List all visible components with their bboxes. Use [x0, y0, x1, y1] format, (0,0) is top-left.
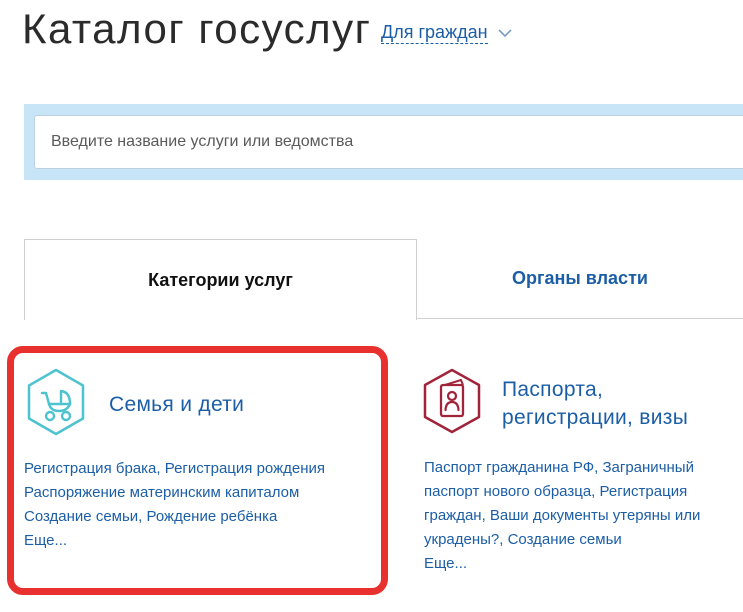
link-family-creation[interactable]: Создание семьи — [24, 508, 138, 525]
search-input[interactable] — [34, 115, 743, 169]
link-birth-registration[interactable]: Регистрация рождения — [165, 460, 325, 477]
chevron-down-icon[interactable] — [497, 25, 512, 43]
page: Каталог госуслуг Для граждан Категории у… — [0, 0, 743, 612]
category-card-passports[interactable]: Паспорта, регистрации, визы Паспорт граж… — [410, 346, 743, 595]
category-card-header[interactable]: Семья и дети — [25, 368, 244, 441]
link-russian-passport[interactable]: Паспорт гражданина РФ — [424, 459, 594, 476]
link-marriage-registration[interactable]: Регистрация брака — [24, 460, 156, 477]
more-link[interactable]: Еще... — [424, 552, 734, 576]
category-links: Паспорт гражданина РФ, Заграничный паспо… — [424, 456, 734, 576]
category-title-line: регистрации, визы — [502, 405, 689, 429]
category-card-header[interactable]: Паспорта, регистрации, визы — [422, 368, 688, 439]
passport-icon — [422, 368, 482, 439]
category-links: Регистрация брака, Регистрация рождения … — [24, 457, 364, 553]
search-band — [24, 104, 743, 180]
tab-authorities[interactable]: Органы власти — [417, 239, 743, 319]
baby-stroller-icon — [25, 368, 87, 441]
tabs-bar: Категории услуг Органы власти — [24, 239, 743, 320]
category-title[interactable]: Семья и дети — [109, 391, 244, 419]
audience-dropdown-label[interactable]: Для граждан — [381, 21, 488, 44]
category-title[interactable]: Паспорта, регистрации, визы — [502, 376, 688, 432]
link-child-birth[interactable]: Рождение ребёнка — [147, 508, 278, 525]
link-maternity-capital[interactable]: Распоряжение материнским капиталом — [24, 484, 299, 501]
category-card-family[interactable]: Семья и дети Регистрация брака, Регистра… — [7, 346, 388, 595]
category-title-line: Паспорта, — [502, 377, 604, 401]
more-link[interactable]: Еще... — [24, 529, 364, 553]
link-family-creation[interactable]: Создание семьи — [508, 531, 622, 548]
tab-service-categories[interactable]: Категории услуг — [24, 239, 417, 320]
page-title: Каталог госуслуг — [22, 5, 372, 52]
audience-dropdown[interactable]: Для граждан — [381, 21, 512, 44]
